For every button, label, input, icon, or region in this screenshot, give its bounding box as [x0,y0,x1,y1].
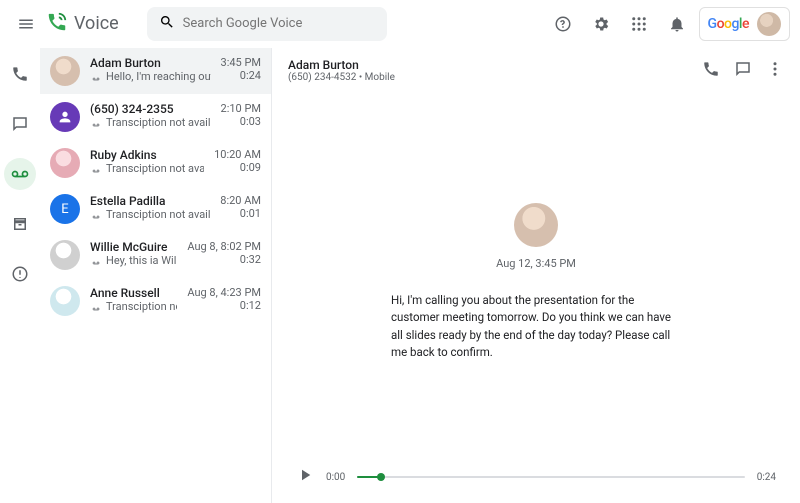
send-message-icon[interactable] [734,60,752,82]
nav-spam-icon[interactable] [4,258,36,290]
google-account-chip[interactable]: Google [699,7,790,41]
nav-voicemail-icon[interactable] [4,158,36,190]
top-bar: Voice Google [0,0,800,48]
detail-contact-name: Adam Burton [288,58,395,72]
transcript-text: Hi, I'm calling you about the presentati… [391,292,681,361]
detail-pane: Adam Burton (650) 234-4532 • Mobile Aug … [272,48,800,503]
player-track[interactable] [357,465,744,489]
voicemail-glyph-icon [90,303,102,311]
help-icon[interactable] [547,8,579,40]
voicemail-row[interactable]: E Estella PadillaTransciption not availab… [40,186,271,232]
row-duration: 0:09 [214,161,261,174]
detail-avatar [514,203,558,247]
call-back-icon[interactable] [702,60,720,82]
row-time: Aug 8, 8:02 PM [187,240,261,253]
row-time: 3:45 PM [221,56,261,69]
voicemail-list: Adam BurtonHello, I'm reaching out to… 3:… [40,48,272,503]
search-input[interactable] [183,16,375,31]
player-total-time: 0:24 [757,472,776,483]
row-preview: Transciption not available [90,208,210,221]
row-avatar [50,240,80,270]
row-time: Aug 8, 4:23 PM [187,286,261,299]
row-contact-name: Willie McGuire [90,240,177,254]
voicemail-glyph-icon [90,119,102,127]
player-current-time: 0:00 [326,472,345,483]
detail-timestamp: Aug 12, 3:45 PM [496,257,576,270]
player-scrubber[interactable] [377,473,385,481]
voicemail-row[interactable]: Willie McGuireHey, this ia Willie callin… [40,232,271,278]
google-apps-icon[interactable] [623,8,655,40]
app-logo-title[interactable]: Voice [46,11,119,37]
voicemail-row[interactable]: Anne RussellTransciption not available Au… [40,278,271,324]
row-contact-name: Estella Padilla [90,194,210,208]
row-contact-name: Adam Burton [90,56,211,70]
detail-contact-subtitle: (650) 234-4532 • Mobile [288,72,395,83]
nav-messages-icon[interactable] [4,108,36,140]
voicemail-row[interactable]: Adam BurtonHello, I'm reaching out to… 3:… [40,48,271,94]
row-preview: Transciption not available [90,300,177,313]
row-avatar [50,148,80,178]
row-contact-name: Ruby Adkins [90,148,204,162]
app-name: Voice [74,13,119,34]
row-duration: 0:12 [187,299,261,312]
search-icon [159,14,175,34]
left-nav [0,48,40,503]
search-box[interactable] [147,7,387,41]
voicemail-glyph-icon [90,73,102,81]
row-duration: 0:24 [221,69,261,82]
detail-header: Adam Burton (650) 234-4532 • Mobile [272,48,800,93]
voicemail-row[interactable]: Ruby AdkinsTransciption not available 10:… [40,140,271,186]
google-wordmark: Google [708,15,749,32]
row-avatar [50,102,80,132]
row-preview: Hey, this ia Willie calling … [90,254,177,267]
nav-archive-icon[interactable] [4,208,36,240]
row-preview: Hello, I'm reaching out to… [90,70,211,83]
row-time: 10:20 AM [214,148,261,161]
main-menu-button[interactable] [10,8,42,40]
more-options-icon[interactable] [766,60,784,82]
voice-logo-icon [46,11,68,37]
row-duration: 0:03 [221,115,261,128]
row-avatar [50,56,80,86]
row-contact-name: Anne Russell [90,286,177,300]
voicemail-glyph-icon [90,257,102,265]
row-preview: Transciption not available [90,162,204,175]
play-button[interactable] [296,466,314,488]
notifications-bell-icon[interactable] [661,8,693,40]
row-time: 8:20 AM [220,194,261,207]
settings-gear-icon[interactable] [585,8,617,40]
nav-calls-icon[interactable] [4,58,36,90]
voicemail-glyph-icon [90,165,102,173]
row-avatar [50,286,80,316]
row-duration: 0:01 [220,207,261,220]
row-avatar: E [50,194,80,224]
voicemail-glyph-icon [90,211,102,219]
voicemail-row[interactable]: (650) 324-2355Transciption not available… [40,94,271,140]
audio-player: 0:00 0:24 [272,465,800,503]
row-duration: 0:32 [187,253,261,266]
profile-avatar[interactable] [757,12,781,36]
row-contact-name: (650) 324-2355 [90,102,211,116]
row-preview: Transciption not available [90,116,211,129]
row-time: 2:10 PM [221,102,261,115]
